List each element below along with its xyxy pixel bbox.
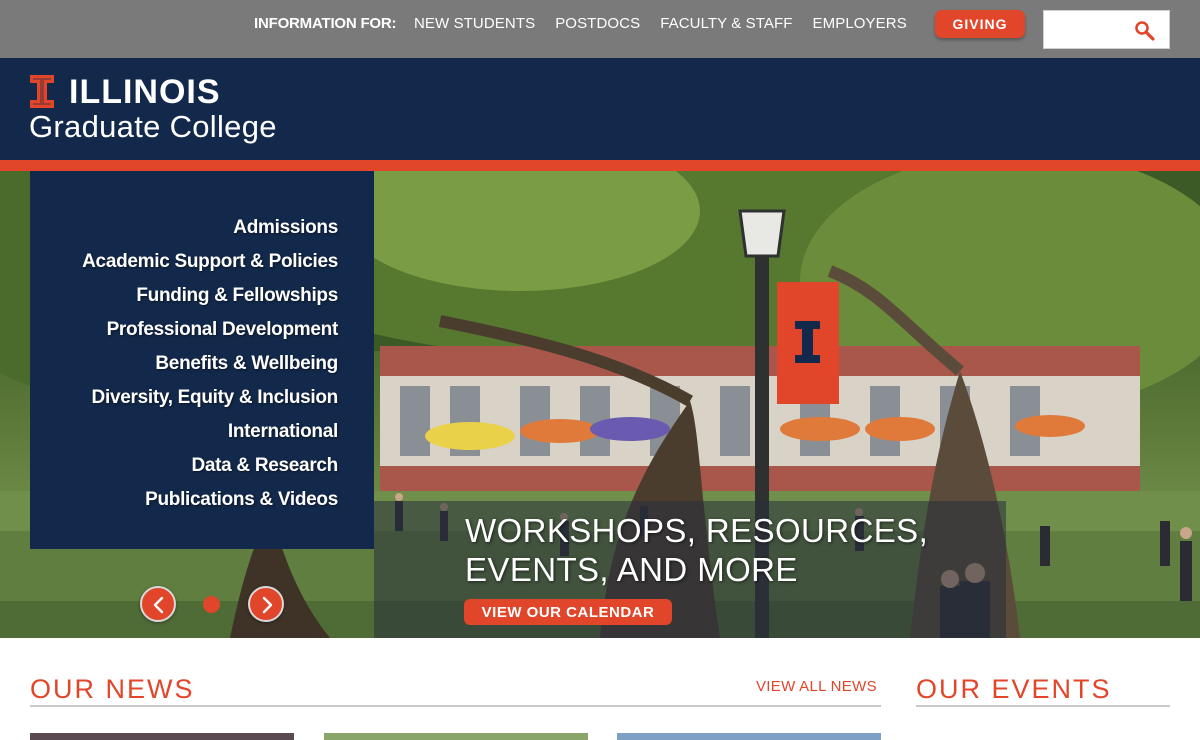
nav-benefits-wellbeing[interactable]: Benefits & Wellbeing <box>30 347 374 381</box>
carousel-prev-button[interactable] <box>140 586 176 622</box>
events-divider <box>916 705 1170 707</box>
utility-bar: INFORMATION FOR: NEW STUDENTS POSTDOCS F… <box>0 0 1200 58</box>
carousel-dot-active[interactable] <box>203 596 220 613</box>
news-thumbnail[interactable] <box>324 733 588 740</box>
news-thumbnail[interactable] <box>617 733 881 740</box>
news-divider <box>30 705 881 707</box>
hero-caption-panel: WORKSHOPS, RESOURCES, EVENTS, AND MORE V… <box>374 501 1006 638</box>
nav-international[interactable]: International <box>30 415 374 449</box>
university-name[interactable]: ILLINOIS <box>69 72 221 112</box>
link-postdocs[interactable]: POSTDOCS <box>555 15 640 32</box>
link-employers[interactable]: EMPLOYERS <box>813 15 907 32</box>
search-input[interactable] <box>1050 19 1130 41</box>
giving-button[interactable]: GIVING <box>935 10 1025 38</box>
view-all-news-link[interactable]: VIEW ALL NEWS <box>756 678 877 695</box>
nav-publications-videos[interactable]: Publications & Videos <box>30 483 374 517</box>
information-for-label: INFORMATION FOR: <box>254 15 397 32</box>
college-name[interactable]: Graduate College <box>29 108 277 146</box>
header-stripe <box>0 160 1200 171</box>
link-faculty-staff[interactable]: FACULTY & STAFF <box>660 15 792 32</box>
events-heading: OUR EVENTS <box>916 674 1112 704</box>
site-header: ILLINOIS Graduate College <box>0 58 1200 160</box>
chevron-right-icon <box>262 596 273 614</box>
audience-nav: NEW STUDENTS POSTDOCS FACULTY & STAFF EM… <box>414 15 907 32</box>
chevron-left-icon <box>153 596 164 614</box>
nav-admissions[interactable]: Admissions <box>30 211 374 245</box>
search-box <box>1043 10 1170 49</box>
search-icon[interactable] <box>1134 20 1156 42</box>
nav-professional-development[interactable]: Professional Development <box>30 313 374 347</box>
hero-caption: WORKSHOPS, RESOURCES, EVENTS, AND MORE <box>465 512 929 588</box>
view-calendar-button[interactable]: VIEW OUR CALENDAR <box>464 599 672 625</box>
main-side-nav: Admissions Academic Support & Policies F… <box>30 171 374 549</box>
news-heading: OUR NEWS <box>30 674 195 704</box>
news-thumbnail[interactable] <box>30 733 294 740</box>
link-new-students[interactable]: NEW STUDENTS <box>414 15 535 32</box>
carousel-next-button[interactable] <box>248 586 284 622</box>
nav-funding-fellowships[interactable]: Funding & Fellowships <box>30 279 374 313</box>
nav-diversity-equity-inclusion[interactable]: Diversity, Equity & Inclusion <box>30 381 374 415</box>
nav-academic-support-policies[interactable]: Academic Support & Policies <box>30 245 374 279</box>
block-i-logo[interactable] <box>30 75 54 108</box>
nav-data-research[interactable]: Data & Research <box>30 449 374 483</box>
